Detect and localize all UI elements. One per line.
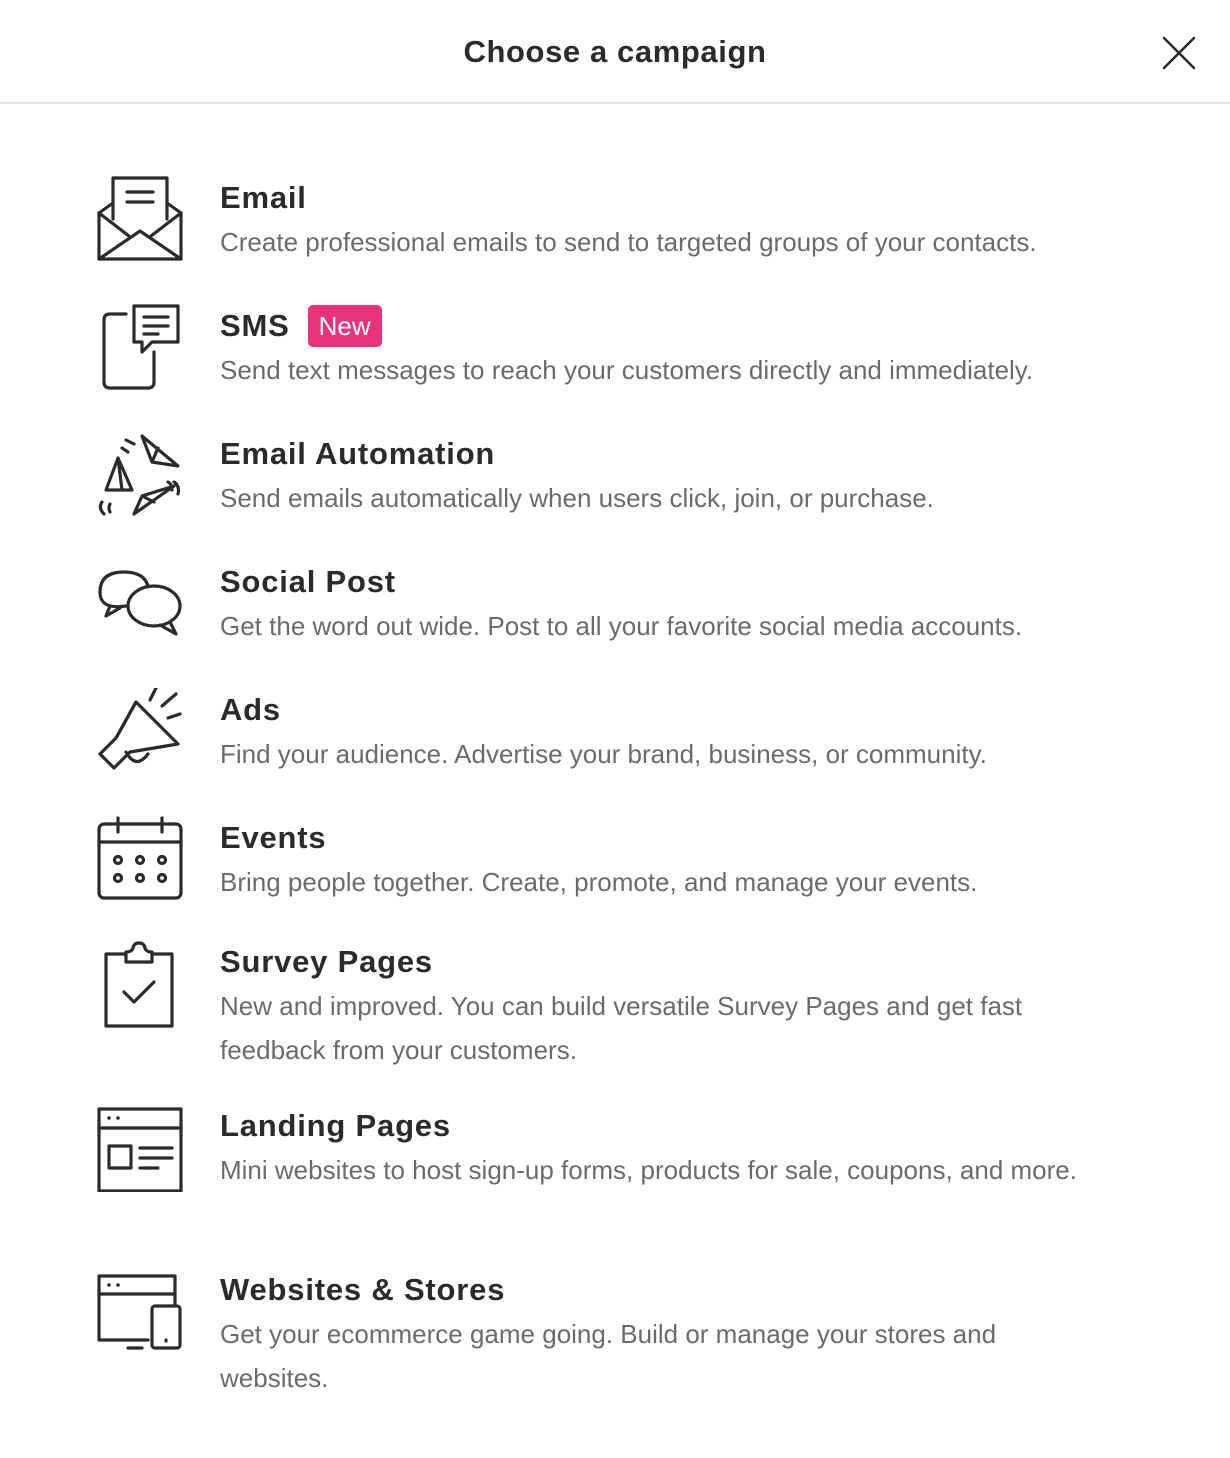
phone-message-icon [96,304,184,392]
campaign-title: Email [220,180,307,215]
campaign-description: Send text messages to reach your custome… [220,355,1034,385]
new-badge: New [307,305,382,347]
devices-icon [96,1268,184,1356]
megaphone-icon [96,688,184,776]
campaign-title: Email Automation [220,436,496,471]
clipboard-check-icon [96,940,184,1028]
campaign-title: Events [220,820,327,855]
campaign-title: Survey Pages [220,944,433,979]
campaign-description: Get your ecommerce game going. Build or … [220,1319,997,1393]
chat-bubbles-icon [96,560,184,648]
campaign-title: Landing Pages [220,1108,451,1143]
campaign-title: SMS [220,308,290,343]
campaign-description: Mini websites to host sign-up forms, pro… [220,1155,1077,1185]
campaign-title: Websites & Stores [220,1272,506,1307]
campaign-description: Find your audience. Advertise your brand… [220,739,987,769]
campaign-title: Ads [220,692,281,727]
close-icon [1162,36,1196,70]
campaign-description: New and improved. You can build versatil… [220,991,1023,1065]
campaign-description: Send emails automatically when users cli… [220,483,934,513]
modal-title: Choose a campaign [463,34,767,69]
close-button[interactable] [1156,30,1202,76]
campaign-description: Get the word out wide. Post to all your … [220,611,1023,641]
campaign-title: Social Post [220,564,396,599]
landing-page-icon [96,1104,184,1192]
campaign-description: Create professional emails to send to ta… [220,227,1037,257]
calendar-icon [96,816,184,904]
modal-header: Choose a campaign [0,0,1230,104]
envelope-icon [96,176,184,264]
paper-planes-icon [96,432,184,520]
campaign-description: Bring people together. Create, promote, … [220,867,978,897]
